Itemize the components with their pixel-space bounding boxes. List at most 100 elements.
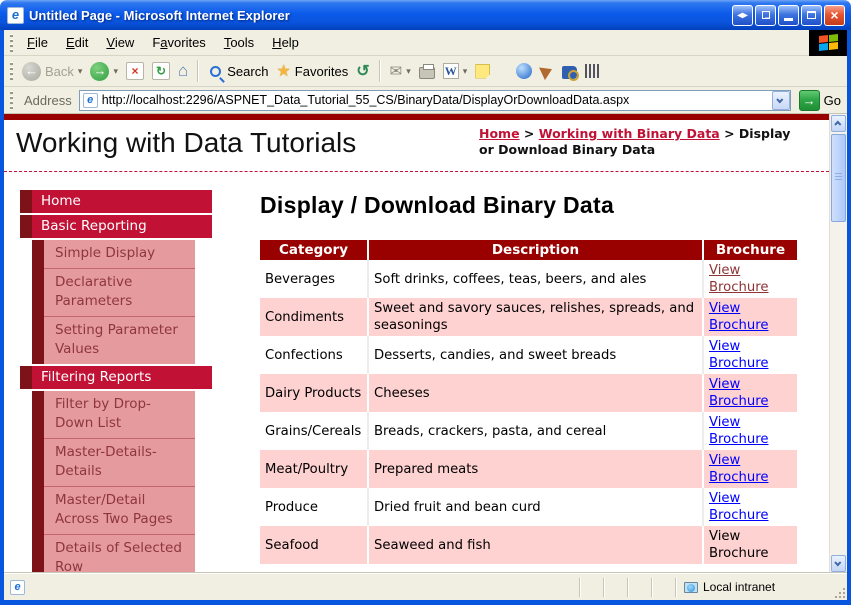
sidebar-item-declarative-parameters[interactable]: Declarative Parameters xyxy=(20,268,212,316)
sidebar-item-filter-by-drop-down-list[interactable]: Filter by Drop-Down List xyxy=(20,391,212,438)
bird-icon xyxy=(539,62,556,80)
back-icon: ← xyxy=(22,61,41,81)
encyclopedia-button[interactable] xyxy=(558,62,581,81)
menu-item-tools[interactable]: Tools xyxy=(215,31,263,54)
sidebar-item-master-detail-across-two-pages[interactable]: Master/Detail Across Two Pages xyxy=(20,486,212,534)
discuss-button[interactable] xyxy=(471,62,494,81)
maximize-button[interactable] xyxy=(801,4,822,26)
resize-grip[interactable] xyxy=(833,574,847,600)
word-dropdown-icon[interactable]: ▾ xyxy=(463,66,468,77)
intranet-zone-icon xyxy=(684,581,698,593)
book-search-icon xyxy=(562,65,580,81)
sidebar-accent xyxy=(32,391,44,438)
addressbar-grip[interactable] xyxy=(10,91,13,109)
back-button[interactable]: ← Back ▾ xyxy=(18,60,86,83)
cell-category: Seafood xyxy=(260,526,367,564)
sidebar-item-basic-reporting[interactable]: Basic Reporting xyxy=(20,215,212,238)
windows-flag-icon xyxy=(818,34,838,51)
popout-button[interactable]: → xyxy=(755,4,776,26)
scroll-down-button[interactable] xyxy=(831,555,846,572)
title-arrows-button[interactable]: ◂▸ xyxy=(732,4,753,26)
view-brochure-link[interactable]: View Brochure xyxy=(709,339,768,371)
table-row-produce: Produce Dried fruit and bean curd View Bro… xyxy=(260,488,797,526)
breadcrumb-separator: > xyxy=(719,126,739,141)
msn-sphere-icon xyxy=(516,63,533,79)
menu-item-file[interactable]: File xyxy=(18,31,57,54)
back-dropdown-icon[interactable]: ▾ xyxy=(78,66,83,77)
menu-item-favorites[interactable]: Favorites xyxy=(143,31,214,54)
breadcrumb-link-working-with-binary-data[interactable]: Working with Binary Data xyxy=(539,126,720,141)
minimize-button[interactable] xyxy=(778,4,799,26)
view-brochure-link[interactable]: View Brochure xyxy=(709,415,768,447)
cell-category: Condiments xyxy=(260,298,367,336)
address-dropdown-button[interactable] xyxy=(771,90,790,110)
breadcrumb: Home > Working with Binary Data > Displa… xyxy=(479,126,801,158)
ie-logo-icon: e xyxy=(7,6,24,24)
security-zone-panel: Local intranet xyxy=(675,577,833,597)
scroll-up-button[interactable] xyxy=(831,115,846,132)
menu-item-edit[interactable]: Edit xyxy=(57,31,97,54)
mail-button[interactable]: ✉ ▾ xyxy=(386,60,415,82)
cell-category: Meat/Poultry xyxy=(260,450,367,488)
cell-description: Cheeses xyxy=(367,374,702,412)
go-label[interactable]: Go xyxy=(824,93,841,108)
sidebar-item-label: Filtering Reports xyxy=(32,366,212,389)
breadcrumb-link-home[interactable]: Home xyxy=(479,126,520,141)
status-page-icon: e xyxy=(10,579,25,595)
scrollbar-thumb[interactable] xyxy=(831,134,846,222)
cell-brochure: View Brochure xyxy=(702,260,797,298)
refresh-button[interactable]: ↻ xyxy=(148,60,174,82)
menu-item-view[interactable]: View xyxy=(97,31,143,54)
sidebar-item-setting-parameter-values[interactable]: Setting Parameter Values xyxy=(20,316,212,364)
sidebar-menu: Home Basic Reporting Simple Display Declara… xyxy=(20,188,212,573)
cell-category: Confections xyxy=(260,336,367,374)
cell-description: Sweet and savory sauces, relishes, sprea… xyxy=(367,298,702,336)
mail-icon: ✉ xyxy=(389,63,403,80)
messenger-button[interactable] xyxy=(581,62,603,80)
address-url[interactable]: http://localhost:2296/ASPNET_Data_Tutori… xyxy=(102,93,772,107)
view-brochure-link[interactable]: View Brochure xyxy=(709,263,768,295)
view-brochure-link[interactable]: View Brochure xyxy=(709,377,768,409)
toolbar-grip2[interactable] xyxy=(10,62,13,80)
sidebar-accent xyxy=(32,438,44,486)
history-button[interactable]: ↺ xyxy=(352,59,373,83)
forward-dropdown-icon[interactable]: ▾ xyxy=(113,66,118,77)
table-row-beverages: Beverages Soft drinks, coffees, teas, bee… xyxy=(260,260,797,298)
vertical-scrollbar[interactable] xyxy=(829,114,847,573)
pixel-grid-icon xyxy=(585,64,600,78)
sidebar-item-home[interactable]: Home xyxy=(20,190,212,213)
view-brochure-link[interactable]: View Brochure xyxy=(709,301,768,333)
edit-with-word-button[interactable]: W ▾ xyxy=(439,61,472,81)
menu-item-help[interactable]: Help xyxy=(263,31,308,54)
word-icon: W xyxy=(442,63,459,79)
address-input[interactable]: e http://localhost:2296/ASPNET_Data_Tuto… xyxy=(78,89,791,111)
table-row-grains-cereals: Grains/Cereals Breads, crackers, pasta, a… xyxy=(260,412,797,450)
forward-button[interactable]: → ▾ xyxy=(86,60,122,83)
sidebar-item-master-details-details[interactable]: Master-Details-Details xyxy=(20,438,212,486)
table-header-row: Category Description Brochure xyxy=(260,240,797,260)
cell-brochure: View Brochure xyxy=(702,412,797,450)
cell-description: Soft drinks, coffees, teas, beers, and a… xyxy=(367,260,702,298)
close-button[interactable]: × xyxy=(824,4,845,26)
mail-dropdown-icon[interactable]: ▾ xyxy=(406,66,411,77)
favorites-button[interactable]: ★ Favorites xyxy=(272,59,352,83)
sidebar-item-filtering-reports[interactable]: Filtering Reports xyxy=(20,366,212,389)
go-button[interactable]: → xyxy=(798,89,820,111)
print-button[interactable] xyxy=(415,61,439,81)
sidebar-accent xyxy=(32,240,44,268)
view-brochure-link[interactable]: View Brochure xyxy=(709,453,768,485)
research-button[interactable] xyxy=(536,62,558,80)
view-brochure-link[interactable]: View Brochure xyxy=(709,491,768,523)
search-button[interactable]: Search xyxy=(204,62,272,81)
status-cell xyxy=(651,577,675,597)
title-bar[interactable]: e Untitled Page - Microsoft Internet Exp… xyxy=(0,0,851,30)
toolbar-grip[interactable] xyxy=(10,33,13,52)
stop-button[interactable]: × xyxy=(122,60,148,82)
home-button[interactable]: ⌂ xyxy=(174,61,192,81)
main-content: Display / Download Binary Data Category D… xyxy=(260,192,812,564)
cell-brochure: View Brochure xyxy=(702,298,797,336)
msn-button[interactable] xyxy=(512,61,536,81)
cell-category: Beverages xyxy=(260,260,367,298)
sidebar-item-details-of-selected-row[interactable]: Details of Selected Row xyxy=(20,534,212,573)
sidebar-item-simple-display[interactable]: Simple Display xyxy=(20,240,212,268)
